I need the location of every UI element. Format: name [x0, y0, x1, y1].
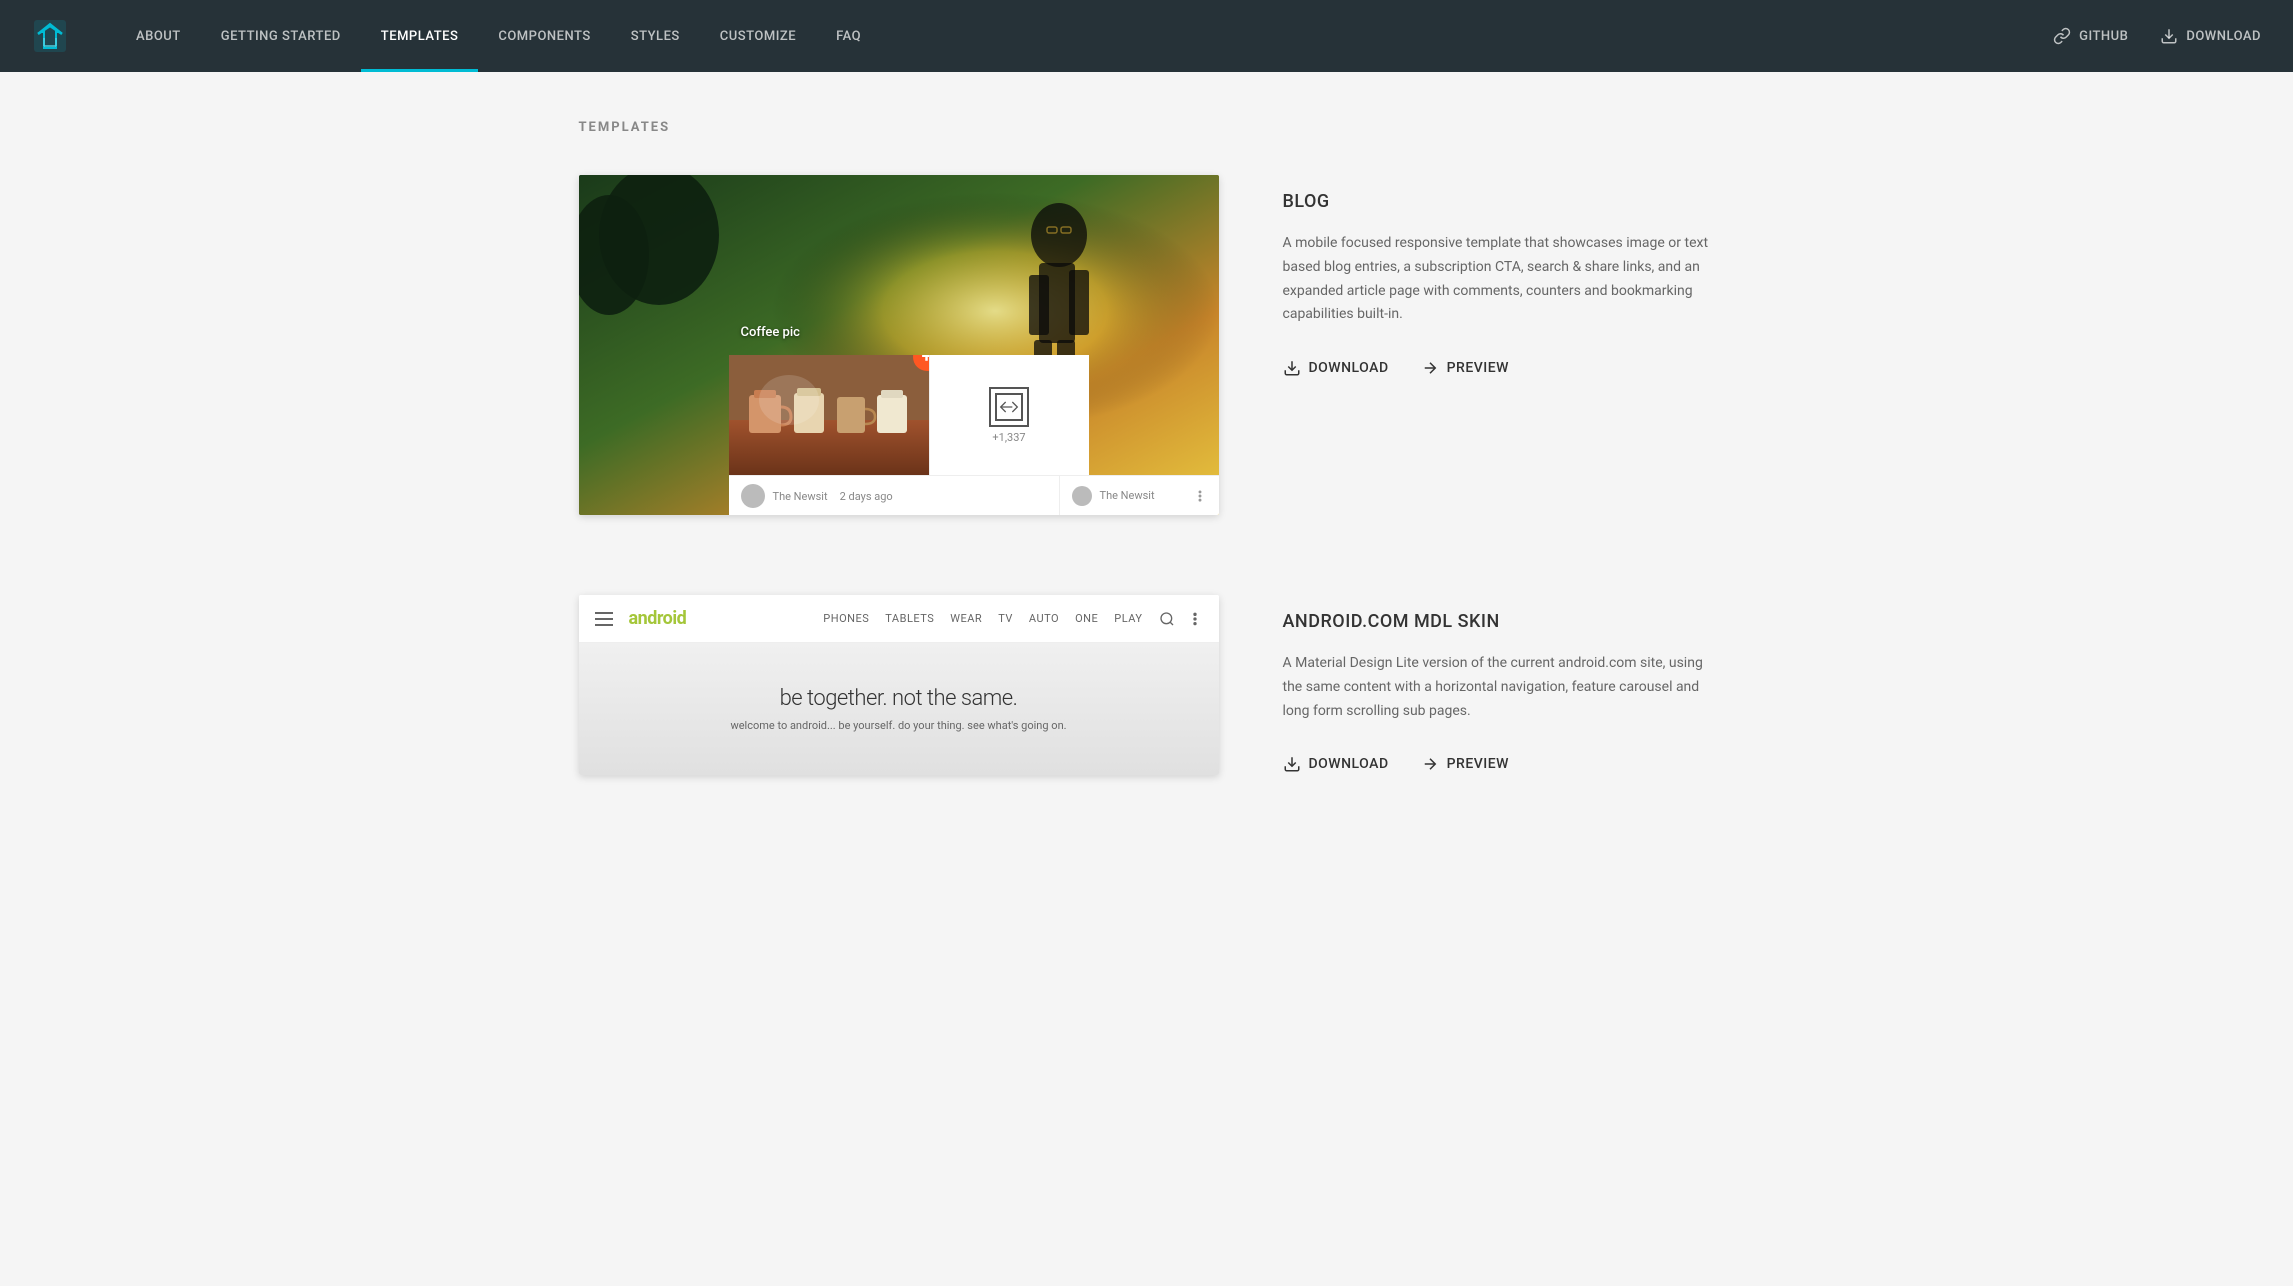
- android-logo: android: [629, 608, 687, 629]
- android-nav-play[interactable]: PLAY: [1114, 612, 1142, 625]
- blog-actions: Download Preview: [1283, 359, 1715, 377]
- arrow-right-icon2: [1421, 755, 1439, 773]
- blog-overlay-panel: + +1,337: [729, 355, 1089, 515]
- android-info: ANDROID.COM MDL SKIN A Material Design L…: [1283, 595, 1715, 773]
- blog-avatar2: [1072, 486, 1092, 506]
- header: ABOUT GETTING STARTED TEMPLATES COMPONEN…: [0, 0, 2293, 72]
- android-nav-one[interactable]: ONE: [1075, 612, 1098, 625]
- blog-photo-caption: Coffee pic: [741, 325, 800, 340]
- hamburger-icon[interactable]: [595, 612, 613, 626]
- android-actions: Download Preview: [1283, 755, 1715, 773]
- blog-post-title2: The Newsit: [1100, 489, 1155, 502]
- android-nav-phones[interactable]: PHONES: [823, 612, 869, 625]
- logo[interactable]: [32, 18, 68, 54]
- download-icon: [2160, 27, 2178, 45]
- android-sub: welcome to android... be yourself. do yo…: [730, 719, 1066, 732]
- blog-footer2: The Newsit: [1059, 475, 1219, 515]
- nav-getting-started[interactable]: GETTING STARTED: [201, 0, 361, 72]
- template-android-item: android PHONES TABLETS WEAR TV AUTO ONE …: [579, 595, 1715, 775]
- android-navbar: android PHONES TABLETS WEAR TV AUTO ONE …: [579, 595, 1219, 643]
- header-download-link[interactable]: Download: [2160, 27, 2261, 45]
- header-actions: GitHub Download: [2053, 27, 2261, 45]
- template-blog-item: + +1,337: [579, 175, 1715, 515]
- more-icon[interactable]: [1193, 489, 1207, 503]
- logo-icon: [32, 18, 68, 54]
- android-nav-auto[interactable]: AUTO: [1029, 612, 1059, 625]
- android-nav-tv[interactable]: TV: [998, 612, 1013, 625]
- nav-faq[interactable]: FAQ: [816, 0, 881, 72]
- blog-info: BLOG A mobile focused responsive templat…: [1283, 175, 1715, 377]
- blog-preview: + +1,337: [579, 175, 1219, 515]
- android-nav-tablets[interactable]: TABLETS: [885, 612, 934, 625]
- link-icon: [2053, 27, 2071, 45]
- blog-overlay-top: + +1,337: [729, 355, 1089, 475]
- blog-icon-panel: +1,337: [929, 355, 1089, 475]
- blog-thumb: +: [729, 355, 929, 475]
- page-title: TEMPLATES: [579, 120, 1715, 135]
- arrow-right-icon: [1421, 359, 1439, 377]
- nav-templates[interactable]: TEMPLATES: [361, 0, 479, 72]
- github-link[interactable]: GitHub: [2053, 27, 2128, 45]
- blog-download-button[interactable]: Download: [1283, 359, 1389, 377]
- android-name: ANDROID.COM MDL SKIN: [1283, 611, 1715, 632]
- blog-footer: The Newsit 2 days ago: [729, 475, 1089, 515]
- blog-description: A mobile focused responsive template tha…: [1283, 232, 1715, 327]
- blog-post-title: The Newsit: [773, 490, 828, 503]
- android-hero: be together. not the same. welcome to an…: [579, 643, 1219, 775]
- android-nav-links: PHONES TABLETS WEAR TV AUTO ONE PLAY: [823, 612, 1142, 625]
- main-content: TEMPLATES: [547, 72, 1747, 903]
- android-search-icon[interactable]: [1159, 611, 1175, 627]
- blog-count: +1,337: [992, 431, 1025, 444]
- main-nav: ABOUT GETTING STARTED TEMPLATES COMPONEN…: [116, 0, 2053, 72]
- nav-styles[interactable]: STYLES: [611, 0, 700, 72]
- android-tagline: be together. not the same.: [780, 686, 1018, 711]
- blog-thumb-svg: [729, 355, 929, 475]
- android-more-icon[interactable]: [1187, 611, 1203, 627]
- nav-about[interactable]: ABOUT: [116, 0, 201, 72]
- android-download-button[interactable]: Download: [1283, 755, 1389, 773]
- blog-post-date: 2 days ago: [840, 490, 893, 503]
- android-icons: [1159, 611, 1203, 627]
- share-icon: [999, 397, 1019, 417]
- android-description: A Material Design Lite version of the cu…: [1283, 652, 1715, 723]
- download-icon2: [1283, 755, 1301, 773]
- android-nav-wear[interactable]: WEAR: [950, 612, 982, 625]
- download-icon: [1283, 359, 1301, 377]
- android-preview: android PHONES TABLETS WEAR TV AUTO ONE …: [579, 595, 1219, 775]
- blog-avatar: [741, 484, 765, 508]
- blog-preview-button[interactable]: Preview: [1421, 359, 1509, 377]
- blog-share-icon: [989, 387, 1029, 427]
- android-preview-button[interactable]: Preview: [1421, 755, 1509, 773]
- blog-name: BLOG: [1283, 191, 1715, 212]
- nav-components[interactable]: COMPONENTS: [478, 0, 610, 72]
- nav-customize[interactable]: CUSTOMIZE: [700, 0, 816, 72]
